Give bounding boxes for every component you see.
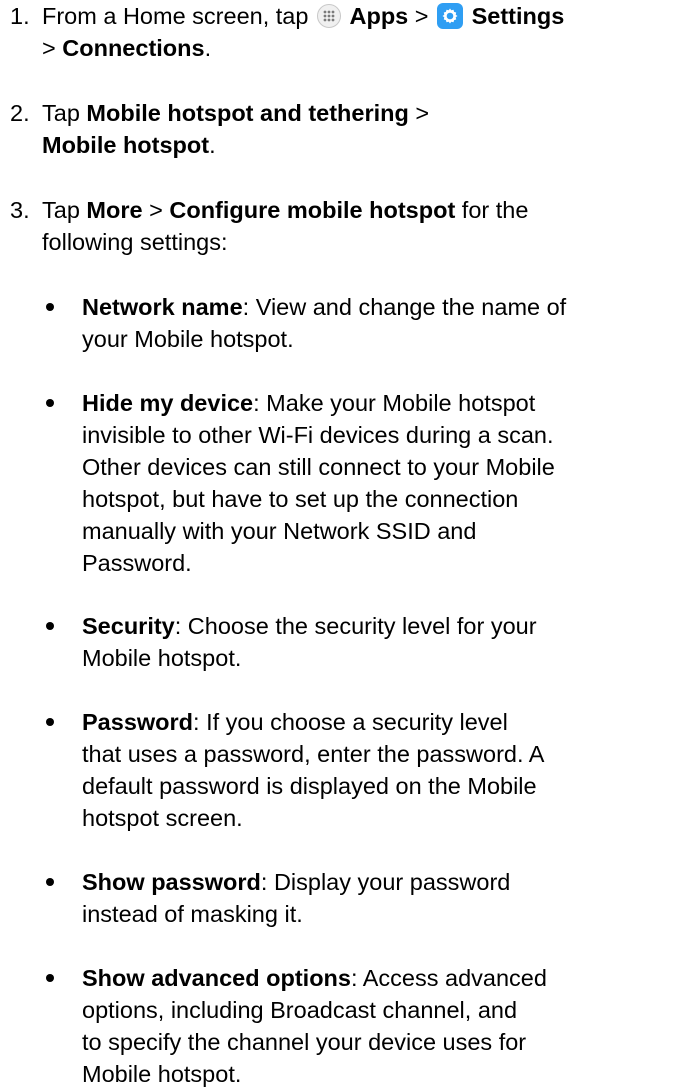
step-number: 1.	[10, 3, 30, 29]
step-text: Tap	[42, 100, 87, 126]
bullet-dot	[46, 399, 54, 407]
setting-text: : Display your password	[260, 869, 511, 895]
list-item: Show advanced options: Access advanced o…	[0, 962, 681, 1090]
setting-text: : View and change the name of	[242, 294, 567, 320]
setting-text: : Make your Mobile hotspot	[253, 390, 536, 416]
setting-text: : If you choose a security level	[193, 709, 508, 735]
bullet-dot	[46, 718, 54, 726]
step-number: 3.	[10, 197, 30, 223]
period: .	[209, 132, 216, 158]
step-text: following settings:	[42, 229, 228, 255]
step-3: 3. Tap More > Configure mobile hotspot f…	[0, 194, 681, 258]
separator: >	[408, 100, 430, 126]
settings-gear-icon	[437, 3, 464, 29]
step-text: From a Home screen, tap	[42, 3, 315, 29]
setting-text: your Mobile hotspot.	[82, 326, 294, 352]
setting-text: : Access advanced	[350, 965, 547, 991]
step-number: 2.	[10, 100, 30, 126]
setting-text: hotspot, but have to set up the connecti…	[82, 486, 519, 512]
list-item: Show password: Display your password ins…	[0, 866, 681, 930]
setting-term: Show advanced options	[82, 965, 351, 991]
bold-term: More	[86, 197, 143, 223]
setting-text: Other devices can still connect to your …	[82, 454, 555, 480]
bullet-dot	[46, 974, 54, 982]
list-item: Password: If you choose a security level…	[0, 706, 681, 834]
list-item: Network name: View and change the name o…	[0, 291, 681, 355]
step-2: 2. Tap Mobile hotspot and tethering > Mo…	[0, 97, 681, 161]
separator: >	[42, 35, 63, 61]
setting-term: Hide my device	[82, 390, 254, 416]
setting-text: to specify the channel your device uses …	[82, 1029, 527, 1055]
step-1: 1. From a Home screen, tap Apps > Settin…	[0, 0, 681, 64]
bullet-dot	[46, 622, 54, 630]
settings-label: Settings	[471, 3, 565, 29]
setting-text: invisible to other Wi-Fi devices during …	[82, 422, 554, 448]
bullet-dot	[46, 303, 54, 311]
step-text: for the	[455, 197, 529, 223]
instructions-page: 1. From a Home screen, tap Apps > Settin…	[0, 0, 681, 1087]
bullet-dot	[46, 878, 54, 886]
setting-text: hotspot screen.	[82, 805, 243, 831]
list-item: Security: Choose the security level for …	[0, 610, 681, 674]
setting-text: : Choose the security level for your	[174, 613, 537, 639]
setting-text: that uses a password, enter the password…	[82, 741, 545, 767]
apps-label: Apps	[349, 3, 409, 29]
separator: >	[142, 197, 170, 223]
bold-term: Mobile hotspot	[42, 132, 210, 158]
setting-text: options, including Broadcast channel, an…	[82, 997, 518, 1023]
step-text: Tap	[42, 197, 87, 223]
setting-text: manually with your Network SSID and	[82, 518, 477, 544]
setting-term: Network name	[82, 294, 243, 320]
separator: >	[408, 3, 436, 29]
list-item: Hide my device: Make your Mobile hotspot…	[0, 387, 681, 579]
connections-label: Connections	[62, 35, 205, 61]
setting-term: Password	[82, 709, 194, 735]
bold-term: Configure mobile hotspot	[169, 197, 456, 223]
apps-grid-icon	[316, 4, 341, 28]
setting-text: Password.	[82, 550, 192, 576]
setting-text: instead of masking it.	[82, 901, 303, 927]
setting-text: default password is displayed on the Mob…	[82, 773, 537, 799]
setting-text: Mobile hotspot.	[82, 645, 242, 671]
setting-term: Show password	[82, 869, 261, 895]
period: .	[204, 35, 212, 61]
setting-text: Mobile hotspot.	[82, 1061, 242, 1087]
setting-term: Security	[82, 613, 175, 639]
bold-term: Mobile hotspot and tethering	[86, 100, 409, 126]
